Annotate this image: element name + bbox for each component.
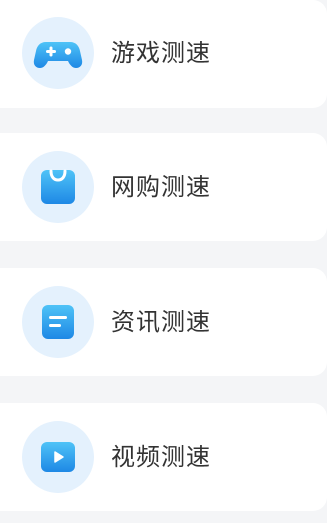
item-label: 网购测速 <box>111 173 211 201</box>
item-label: 游戏测速 <box>111 39 211 67</box>
video-speed-test-item[interactable]: 视频测速 <box>0 403 327 511</box>
item-label: 视频测速 <box>111 443 211 471</box>
shopping-bag-icon <box>41 169 75 204</box>
video-play-icon <box>41 442 75 472</box>
speed-test-list: 游戏测速 网购测速 资讯测速 视频测速 <box>0 0 327 523</box>
news-speed-test-item[interactable]: 资讯测速 <box>0 268 327 376</box>
shopping-speed-test-item[interactable]: 网购测速 <box>0 133 327 241</box>
item-label: 资讯测速 <box>111 308 211 336</box>
gamepad-icon <box>33 42 83 68</box>
game-speed-test-item[interactable]: 游戏测速 <box>0 0 327 108</box>
news-icon <box>42 305 74 339</box>
news-icon-badge <box>22 286 94 358</box>
video-icon-badge <box>22 421 94 493</box>
shopping-icon-badge <box>22 151 94 223</box>
game-icon-badge <box>22 17 94 89</box>
